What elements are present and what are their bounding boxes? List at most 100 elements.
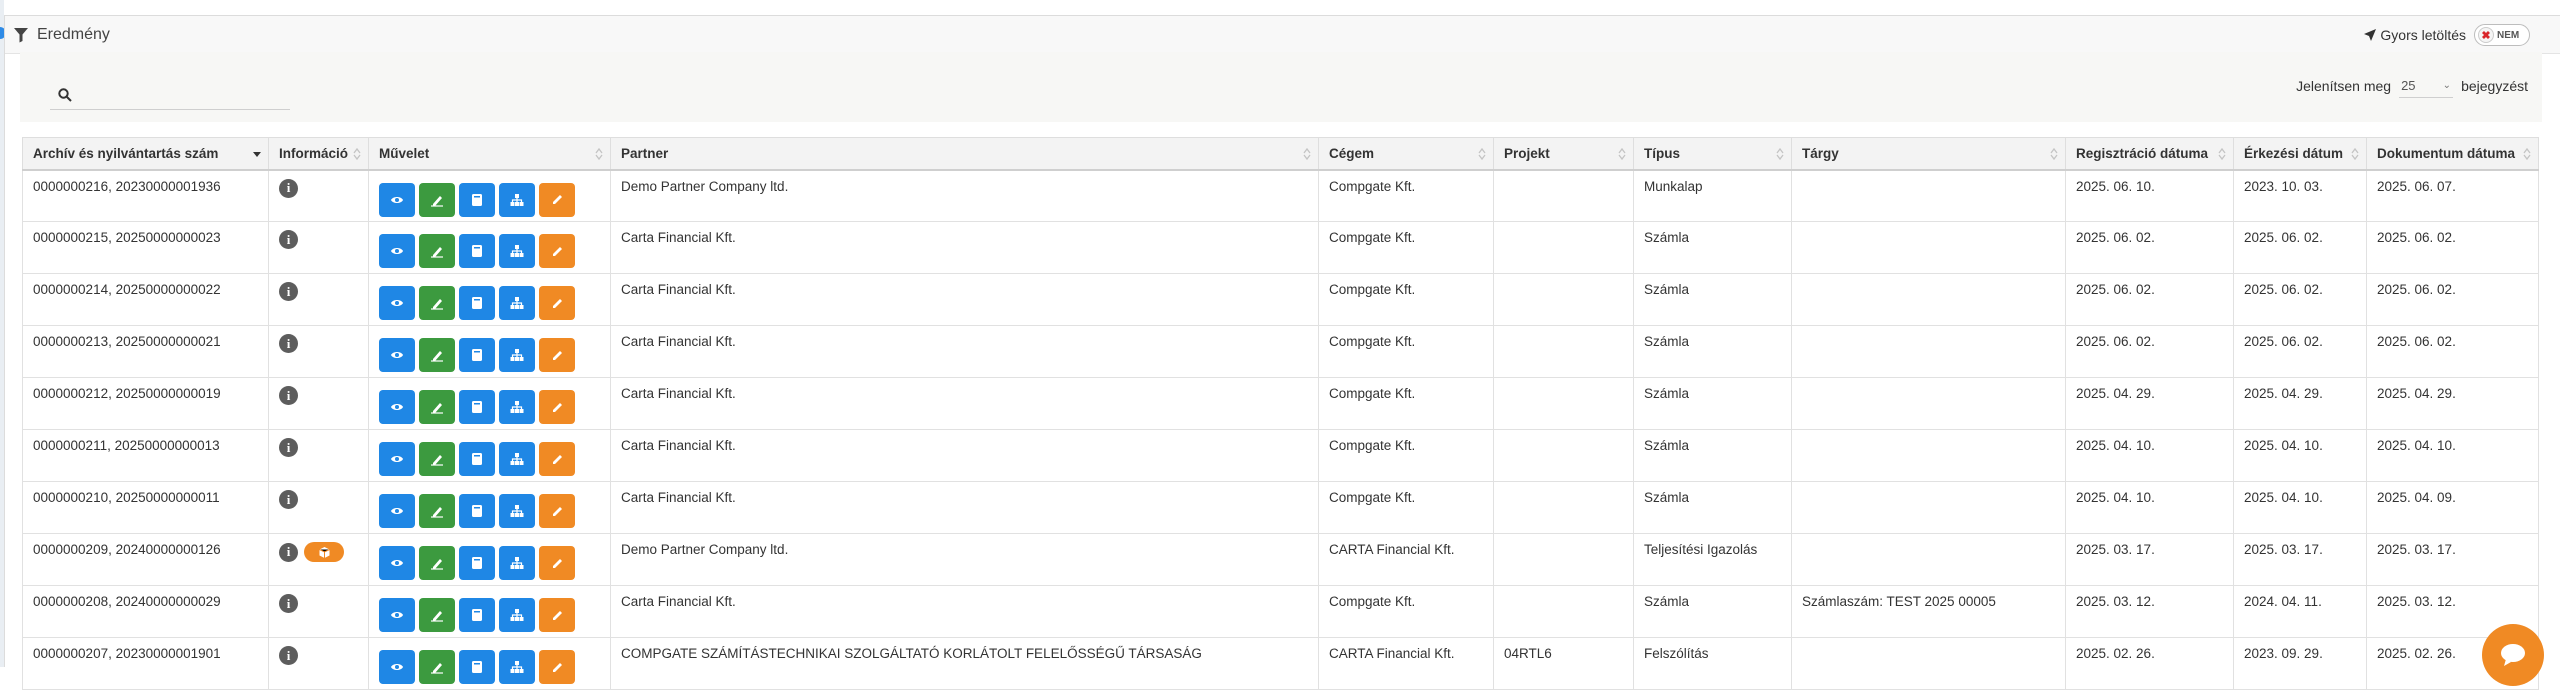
view-button[interactable] xyxy=(379,598,415,632)
archive-book-button[interactable] xyxy=(459,598,495,632)
edit-button[interactable] xyxy=(539,338,575,372)
view-button[interactable] xyxy=(379,442,415,476)
chat-fab-button[interactable] xyxy=(2482,624,2544,686)
column-header[interactable]: Típus xyxy=(1633,137,1792,171)
archive-book-button[interactable] xyxy=(459,390,495,424)
info-icon[interactable]: i xyxy=(279,230,298,249)
hierarchy-button[interactable] xyxy=(499,338,535,372)
column-header[interactable]: Érkezési dátum xyxy=(2233,137,2367,171)
archive-book-button[interactable] xyxy=(459,650,495,684)
view-button[interactable] xyxy=(379,390,415,424)
column-header[interactable]: Dokumentum dátuma xyxy=(2366,137,2539,171)
archive-book-button[interactable] xyxy=(459,286,495,320)
info-icon[interactable]: i xyxy=(279,386,298,405)
hierarchy-button[interactable] xyxy=(499,442,535,476)
info-cell: i xyxy=(268,377,369,430)
view-button[interactable] xyxy=(379,650,415,684)
edit-button[interactable] xyxy=(539,182,575,217)
table-row[interactable]: 0000000209, 20240000000126 i Demo Partner … xyxy=(22,533,2539,586)
table-row[interactable]: 0000000208, 20240000000029 i Carta Financi… xyxy=(22,585,2539,638)
archive-book-button[interactable] xyxy=(459,338,495,372)
info-icon[interactable]: i xyxy=(279,490,298,509)
info-icon[interactable]: i xyxy=(279,178,298,198)
book-icon xyxy=(471,608,483,622)
registration-date-cell: 2025. 04. 10. xyxy=(2065,481,2234,534)
quick-download-toggle[interactable]: ✖ NEM xyxy=(2474,24,2530,46)
cube-badge-icon[interactable] xyxy=(304,542,344,562)
view-button[interactable] xyxy=(379,234,415,268)
archive-book-button[interactable] xyxy=(459,182,495,217)
sign-button[interactable] xyxy=(419,286,455,320)
edit-button[interactable] xyxy=(539,442,575,476)
edit-button[interactable] xyxy=(539,598,575,632)
search-input[interactable] xyxy=(80,85,280,104)
column-header[interactable]: Archív és nyilvántartás szám xyxy=(22,137,269,171)
column-header[interactable]: Művelet xyxy=(368,137,611,171)
sign-button[interactable] xyxy=(419,598,455,632)
table-row[interactable]: 0000000215, 20250000000023 i Carta Financi… xyxy=(22,221,2539,274)
edit-button[interactable] xyxy=(539,390,575,424)
hierarchy-button[interactable] xyxy=(499,494,535,528)
table-row[interactable]: 0000000207, 20230000001901 i COMPGATE SZÁM… xyxy=(22,637,2539,690)
archive-book-button[interactable] xyxy=(459,442,495,476)
partner-cell: Carta Financial Kft. xyxy=(610,481,1319,534)
column-header-label: Információ xyxy=(279,145,349,161)
sign-button[interactable] xyxy=(419,182,455,217)
sign-button[interactable] xyxy=(419,494,455,528)
hierarchy-button[interactable] xyxy=(499,234,535,268)
column-header[interactable]: Cégem xyxy=(1318,137,1494,171)
sign-button[interactable] xyxy=(419,546,455,580)
table-row[interactable]: 0000000214, 20250000000022 i Carta Financi… xyxy=(22,273,2539,326)
info-cell: i xyxy=(268,325,369,378)
column-header[interactable]: Regisztráció dátuma xyxy=(2065,137,2234,171)
registration-date-cell: 2025. 04. 29. xyxy=(2065,377,2234,430)
archive-book-button[interactable] xyxy=(459,546,495,580)
view-button[interactable] xyxy=(379,546,415,580)
table-row[interactable]: 0000000212, 20250000000019 i Carta Financi… xyxy=(22,377,2539,430)
info-icon[interactable]: i xyxy=(279,646,298,665)
hierarchy-button[interactable] xyxy=(499,546,535,580)
info-icon[interactable]: i xyxy=(279,438,298,457)
edit-button[interactable] xyxy=(539,494,575,528)
view-button[interactable] xyxy=(379,338,415,372)
document-date-cell: 2025. 04. 10. xyxy=(2366,429,2539,482)
partner-cell: Demo Partner Company ltd. xyxy=(610,533,1319,586)
sign-button[interactable] xyxy=(419,338,455,372)
signature-icon xyxy=(430,452,444,466)
column-header[interactable]: Tárgy xyxy=(1791,137,2066,171)
info-icon[interactable]: i xyxy=(279,594,298,613)
sign-button[interactable] xyxy=(419,390,455,424)
edit-button[interactable] xyxy=(539,286,575,320)
hierarchy-button[interactable] xyxy=(499,390,535,424)
sign-button[interactable] xyxy=(419,442,455,476)
subject-cell xyxy=(1791,481,2066,534)
page-length-select[interactable]: 25 ⌄ xyxy=(2399,74,2454,98)
column-header[interactable]: Partner xyxy=(610,137,1319,171)
view-button[interactable] xyxy=(379,494,415,528)
hierarchy-button[interactable] xyxy=(499,650,535,684)
column-header[interactable]: Projekt xyxy=(1493,137,1634,171)
column-header[interactable]: Információ xyxy=(268,137,369,171)
table-row[interactable]: 0000000213, 20250000000021 i Carta Financi… xyxy=(22,325,2539,378)
archive-book-button[interactable] xyxy=(459,234,495,268)
view-button[interactable] xyxy=(379,182,415,217)
table-row[interactable]: 0000000210, 20250000000011 i Carta Financi… xyxy=(22,481,2539,534)
info-icon[interactable]: i xyxy=(279,282,298,301)
info-icon[interactable]: i xyxy=(279,334,298,353)
edit-button[interactable] xyxy=(539,234,575,268)
info-icon[interactable]: i xyxy=(279,542,298,562)
hierarchy-button[interactable] xyxy=(499,598,535,632)
sign-button[interactable] xyxy=(419,234,455,268)
view-button[interactable] xyxy=(379,286,415,320)
edit-button[interactable] xyxy=(539,546,575,580)
sign-button[interactable] xyxy=(419,650,455,684)
archive-book-button[interactable] xyxy=(459,494,495,528)
hierarchy-button[interactable] xyxy=(499,286,535,320)
hierarchy-button[interactable] xyxy=(499,182,535,217)
signature-icon xyxy=(430,556,444,570)
table-row[interactable]: 0000000216, 20230000001936 i Demo Partner … xyxy=(22,169,2539,222)
edit-button[interactable] xyxy=(539,650,575,684)
close-icon: ✖ xyxy=(2478,27,2494,43)
type-cell: Számla xyxy=(1633,429,1792,482)
table-row[interactable]: 0000000211, 20250000000013 i Carta Financi… xyxy=(22,429,2539,482)
